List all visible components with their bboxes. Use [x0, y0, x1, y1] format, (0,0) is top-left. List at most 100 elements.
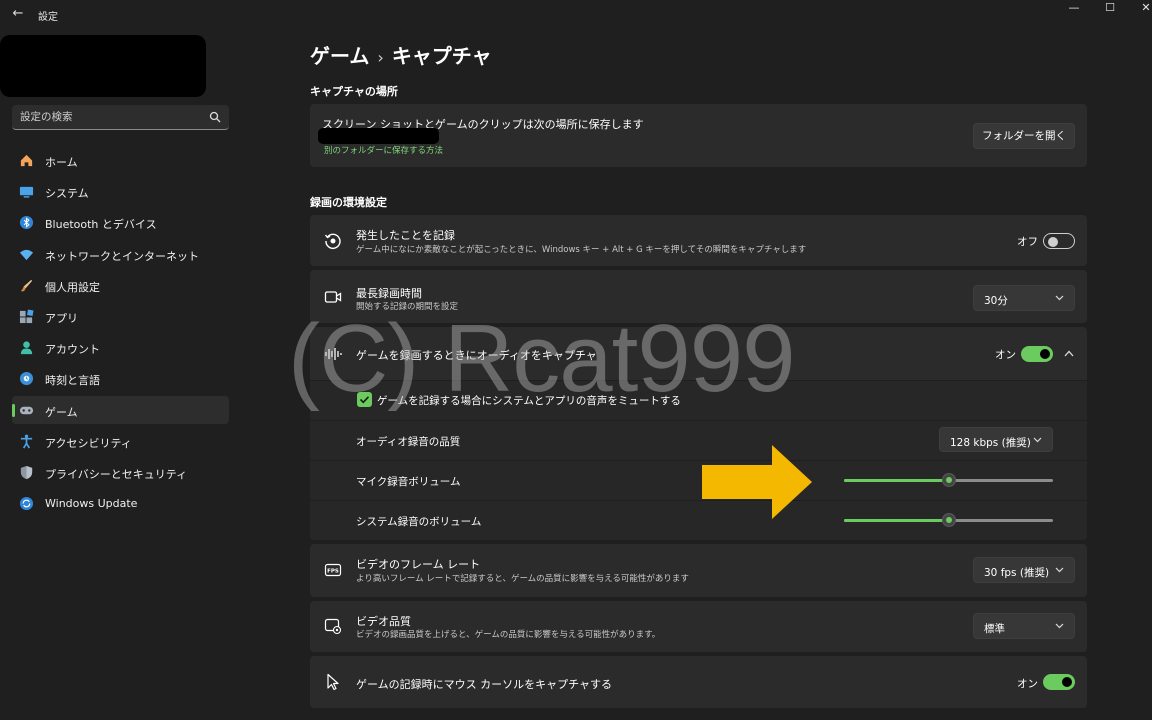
apps-icon [19, 309, 34, 323]
globe-icon [19, 372, 34, 386]
record-what-happened-title: 発生したことを記録 [356, 229, 455, 242]
max-duration-card: 最長録画時間 開始する記録の期間を設定 30分 [310, 270, 1087, 323]
home-icon [20, 154, 33, 167]
mouse-cursor-toggle[interactable] [1043, 674, 1075, 690]
frame-rate-dropdown[interactable]: 30 fps (推奨) [973, 557, 1075, 583]
sidebar-item-label: ホーム [45, 156, 78, 169]
dropdown-value: 30分 [984, 295, 1008, 307]
sidebar-item-label: ゲーム [45, 405, 78, 419]
sidebar-item-accounts[interactable]: アカウント [12, 333, 229, 361]
redacted-profile [0, 35, 206, 97]
sidebar-item-label: 個人用設定 [45, 280, 100, 294]
chevron-down-icon [1055, 295, 1064, 301]
mouse-cursor-card: ゲームの記録時にマウス カーソルをキャプチャする オン [310, 656, 1087, 708]
sidebar-item-home[interactable]: ホーム [12, 146, 229, 174]
sidebar-item-label: Bluetooth とデバイス [45, 218, 157, 232]
max-duration-title: 最長録画時間 [356, 287, 422, 300]
sidebar-item-label: プライバシーとセキュリティ [45, 467, 188, 481]
toggle-state-label: オン [1017, 678, 1038, 690]
sidebar-nav: ホーム システム Bluetooth とデバイス ネットワークとインターネット … [12, 146, 229, 520]
svg-text:FPS: FPS [327, 569, 339, 575]
settings-search-box[interactable] [12, 105, 229, 130]
chevron-up-icon[interactable] [1064, 350, 1074, 357]
breadcrumb-parent[interactable]: ゲーム [310, 44, 369, 68]
sidebar-item-label: アクセシビリティ [45, 436, 132, 450]
chevron-down-icon [1033, 437, 1042, 443]
sidebar-item-gaming[interactable]: ゲーム [12, 395, 229, 424]
sidebar-item-time-language[interactable]: 時刻と言語 [12, 364, 229, 392]
video-quality-dropdown[interactable]: 標準 [973, 613, 1075, 639]
close-icon[interactable]: ✕ [1124, 0, 1152, 20]
sidebar-item-apps[interactable]: アプリ [12, 302, 229, 330]
fps-icon: FPS [324, 563, 342, 577]
video-camera-icon [324, 291, 342, 303]
sidebar-item-label: ネットワークとインターネット [45, 249, 199, 263]
dropdown-value: 標準 [984, 623, 1005, 635]
redacted-path [318, 128, 439, 144]
sidebar-item-bluetooth[interactable]: Bluetooth とデバイス [12, 208, 229, 236]
max-duration-subtitle: 開始する記録の期間を設定 [356, 302, 459, 312]
system-volume-slider[interactable] [844, 512, 1053, 528]
section-heading-capture-location: キャプチャの場所 [310, 85, 398, 98]
update-icon [19, 497, 34, 511]
system-volume-row: システム録音のボリューム [310, 501, 1087, 540]
audio-capture-card: ゲームを録画するときにオーディオをキャプチャ オン [310, 327, 1087, 380]
sidebar-item-system[interactable]: システム [12, 177, 229, 205]
sidebar-item-label: アプリ [45, 311, 78, 325]
gamepad-icon [19, 406, 34, 414]
audio-quality-label: オーディオ録音の品質 [356, 436, 461, 448]
dropdown-value: 30 fps (推奨) [984, 567, 1050, 579]
audio-quality-dropdown[interactable]: 128 kbps (推奨) [939, 427, 1053, 452]
page-title: キャプチャ [391, 44, 492, 68]
brush-icon [20, 279, 33, 292]
dropdown-value: 128 kbps (推奨) [950, 437, 1031, 449]
sidebar-item-windows-update[interactable]: Windows Update [12, 489, 229, 517]
sidebar-item-label: システム [45, 187, 89, 201]
audio-quality-row: オーディオ録音の品質 128 kbps (推奨) [310, 421, 1087, 460]
mouse-cursor-icon [327, 673, 339, 691]
audio-waveform-icon [325, 348, 342, 360]
wifi-icon [19, 249, 34, 260]
sidebar-item-personalization[interactable]: 個人用設定 [12, 271, 229, 299]
toggle-state-label: オン [995, 349, 1016, 361]
record-history-icon [324, 233, 341, 250]
video-quality-subtitle: ビデオの録画品質を上げると、ゲームの品質に影響を与える可能性があります。 [356, 630, 661, 640]
slider-thumb[interactable] [941, 473, 956, 487]
annotation-arrow-icon [702, 445, 812, 519]
video-quality-card: ビデオ品質 ビデオの録画品質を上げると、ゲームの品質に影響を与える可能性がありま… [310, 601, 1087, 652]
mute-checkbox[interactable] [357, 392, 372, 407]
mic-volume-slider[interactable] [844, 472, 1053, 488]
system-icon [19, 187, 34, 198]
slider-fill [844, 479, 949, 482]
record-what-happened-subtitle: ゲーム中になにか素敵なことが起こったときに、Windows キー + Alt +… [356, 245, 807, 255]
chevron-down-icon [1055, 567, 1064, 573]
checkmark-icon [359, 396, 370, 404]
account-icon [20, 341, 33, 355]
mute-option-label: ゲームを記録する場合にシステムとアプリの音声をミュートする [377, 395, 681, 407]
back-arrow-icon[interactable]: ← [10, 6, 26, 22]
record-what-happened-toggle[interactable] [1043, 233, 1075, 249]
mute-option-row: ゲームを記録する場合にシステムとアプリの音声をミュートする [310, 381, 1087, 420]
video-quality-icon [324, 618, 342, 635]
audio-capture-toggle[interactable] [1021, 346, 1053, 362]
system-volume-label: システム録音のボリューム [356, 516, 482, 528]
video-quality-title: ビデオ品質 [356, 615, 411, 628]
open-folder-button[interactable]: フォルダーを開く [973, 123, 1075, 149]
app-title: 設定 [38, 12, 58, 23]
chevron-down-icon [1055, 623, 1064, 629]
sidebar-item-label: アカウント [45, 343, 100, 357]
sidebar-item-label: Windows Update [45, 497, 138, 511]
sidebar-item-privacy[interactable]: プライバシーとセキュリティ [12, 458, 229, 486]
breadcrumb-separator-icon: › [377, 48, 384, 67]
slider-thumb[interactable] [941, 513, 956, 527]
bluetooth-icon [19, 216, 34, 230]
search-icon[interactable] [209, 111, 221, 123]
settings-search-input[interactable] [12, 105, 202, 129]
sidebar-item-accessibility[interactable]: アクセシビリティ [12, 427, 229, 455]
mic-volume-row: マイク録音ボリューム [310, 461, 1087, 500]
sidebar-item-network[interactable]: ネットワークとインターネット [12, 240, 229, 268]
frame-rate-title: ビデオのフレーム レート [356, 558, 481, 571]
other-folder-link[interactable]: 別のフォルダーに保存する方法 [324, 144, 443, 156]
accessibility-icon [20, 434, 33, 449]
max-duration-dropdown[interactable]: 30分 [973, 285, 1075, 311]
